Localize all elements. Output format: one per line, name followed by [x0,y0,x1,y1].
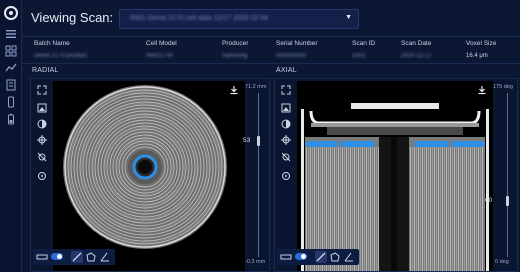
trend-icon[interactable] [5,62,17,74]
radial-cell-cross-section [63,85,227,249]
meta-value: Samsung [222,53,248,59]
no-target-icon[interactable] [281,152,291,162]
meta-header: Batch Name [34,40,70,47]
radial-panel: 71.2 mm 53 -0.3 mm [30,78,270,272]
radial-scale-value: 53 [243,136,251,144]
axial-scale-min: 0 deg [495,259,509,265]
meta-value: 16.4 μm [466,53,488,59]
axial-panel: 175 deg 60 0 deg [274,78,518,272]
polygon-tool-icon[interactable] [329,251,341,263]
axial-scale-track[interactable] [507,93,508,257]
viewing-scan-label: Viewing Scan: [31,10,114,25]
scan-select-value: 0001 Demo 2170 cell data 12/17 2020 02:5… [130,15,269,22]
radial-scale-max: 71.2 mm [245,84,267,90]
radial-scale-handle[interactable] [257,135,260,146]
polygon-tool-icon[interactable] [85,251,97,263]
image-icon[interactable] [281,103,291,113]
header: Viewing Scan: 0001 Demo 2170 cell data 1… [22,0,520,36]
expand-icon[interactable] [281,85,291,95]
download-icon[interactable] [229,85,239,95]
measure-toggle[interactable] [51,253,63,260]
line-tool-icon[interactable] [71,251,83,263]
meta-header: Voxel Size [466,40,497,47]
scan-metadata: Batch Name Cell Model Producer Serial Nu… [22,36,520,64]
angle-tool-icon[interactable] [99,251,111,263]
meta-header: Scan ID [352,40,376,47]
image-icon[interactable] [37,103,47,113]
meta-header: Producer [222,40,249,47]
scan-select[interactable]: 0001 Demo 2170 cell data 12/17 2020 02:5… [119,9,359,29]
contrast-icon[interactable] [281,119,291,129]
target-icon[interactable] [281,135,291,145]
logo-icon[interactable] [4,6,18,20]
crosshair-icon[interactable] [281,171,291,181]
radial-scale-min: -0.3 mm [245,259,266,265]
phone-icon[interactable] [5,96,17,108]
line-tool-icon[interactable] [315,251,327,263]
chevron-down-icon: ▼ [345,14,352,21]
no-target-icon[interactable] [37,152,47,162]
meta-value: 000000000 [276,53,307,59]
axial-cell-cross-section [301,103,489,271]
meta-value: 1002 [352,53,366,59]
expand-icon[interactable] [37,85,47,95]
sidebar [0,0,22,272]
meta-value: 2020-12-17 [401,53,432,59]
meta-header: Cell Model [146,40,177,47]
meta-header: Scan Date [401,40,432,47]
ruler-icon[interactable] [280,251,292,263]
angle-tool-icon[interactable] [343,251,355,263]
menu-icon[interactable] [5,28,17,40]
radial-scale-track[interactable] [258,93,259,257]
measure-toggle[interactable] [295,253,307,260]
radial-scan-image[interactable] [53,81,245,271]
radial-title: RADIAL [32,67,59,74]
grid-icon[interactable] [5,45,17,57]
ruler-icon[interactable] [36,251,48,263]
battery-icon[interactable] [5,113,17,125]
axial-scan-image[interactable] [297,81,493,271]
axial-scale-max: 175 deg [493,84,513,90]
target-icon[interactable] [37,135,47,145]
axial-scale-value: 60 [485,197,493,205]
contrast-icon[interactable] [37,119,47,129]
meta-header: Serial Number [276,40,318,47]
axial-title: AXIAL [276,67,297,74]
axial-toolbar [277,249,359,265]
axial-scale-handle[interactable] [506,196,509,207]
radial-toolbar [33,249,115,265]
crosshair-icon[interactable] [37,171,47,181]
notes-icon[interactable] [5,79,17,91]
meta-value: INR21700 [146,53,174,59]
meta-value: Demo 2170 product [34,53,87,59]
download-icon[interactable] [477,85,487,95]
